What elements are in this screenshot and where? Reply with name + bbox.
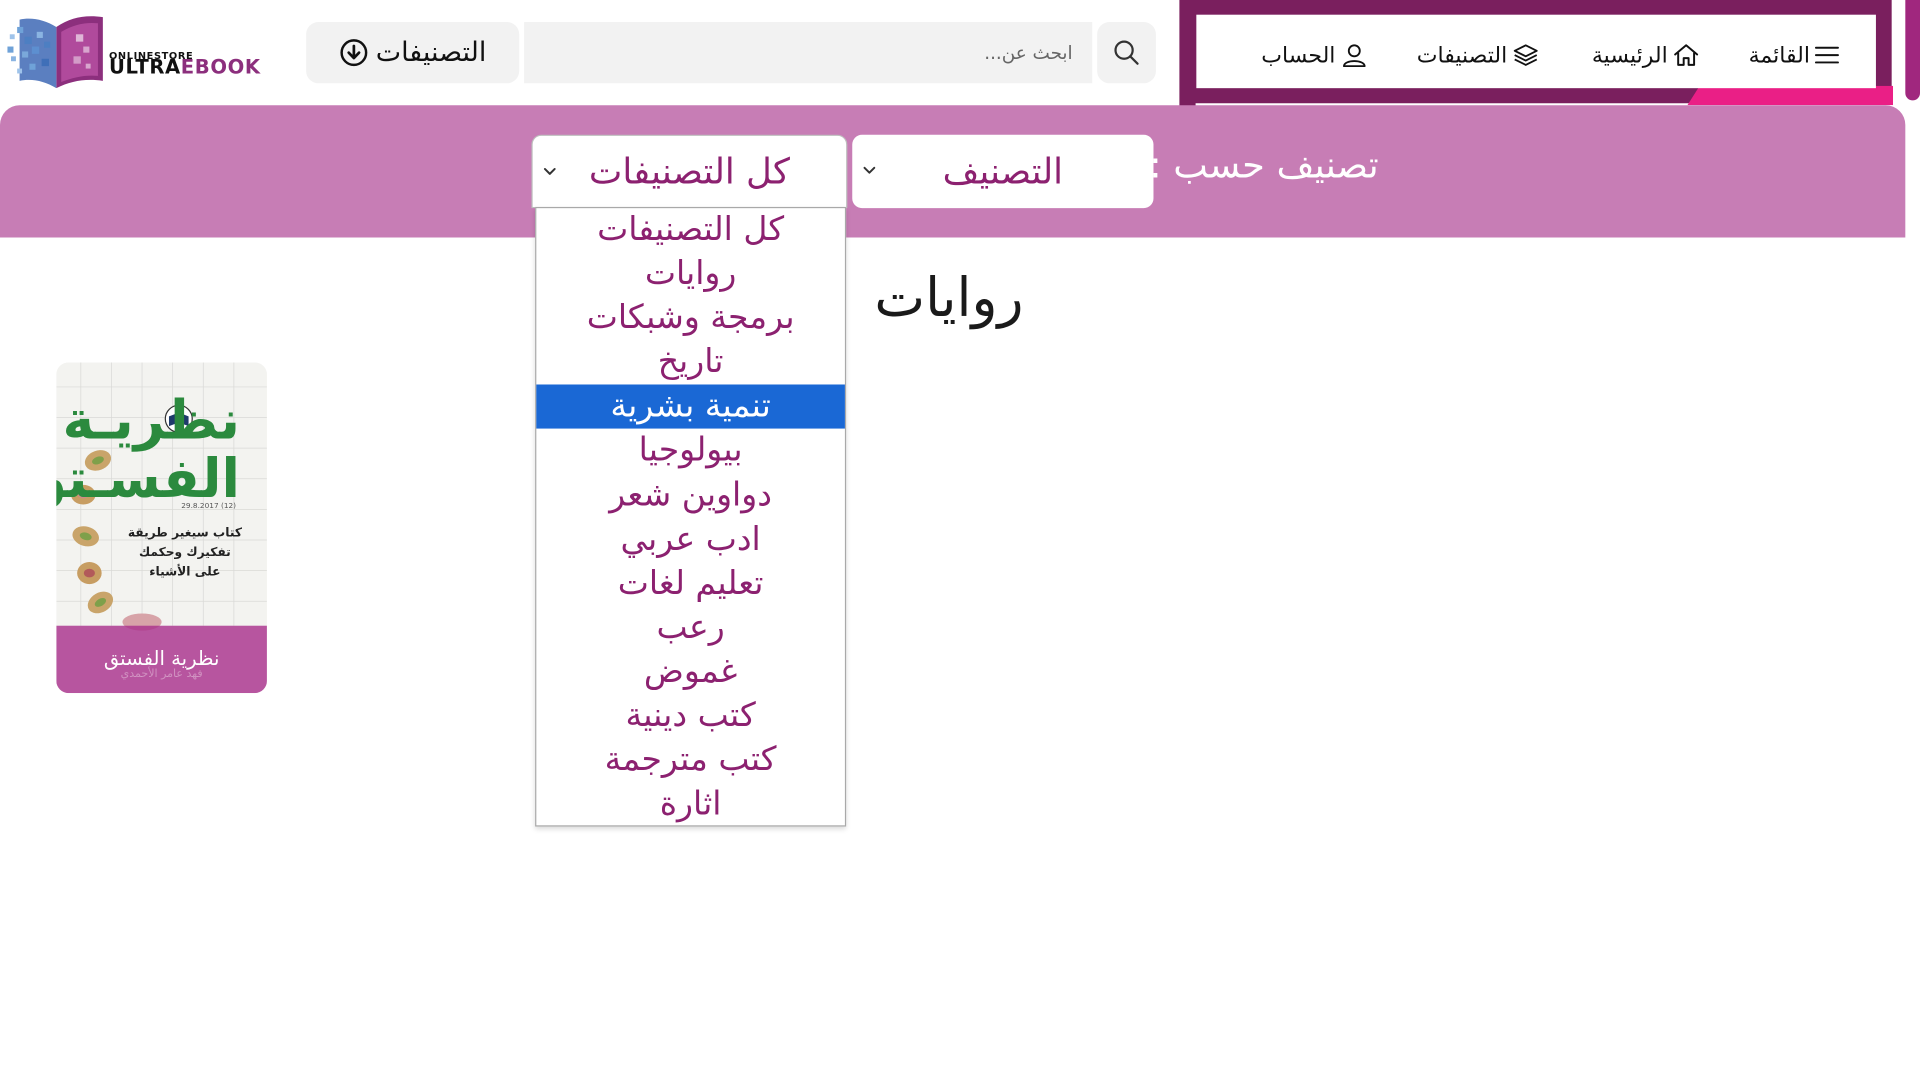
nav-accent-bar	[1687, 85, 1894, 106]
nav-menu[interactable]: القائمة	[1749, 37, 1840, 74]
category-option[interactable]: دواوين شعر	[536, 473, 845, 517]
sort-by-label: تصنيف حسب :	[1149, 144, 1379, 188]
categories-dropdown-button[interactable]: التصنيفات	[306, 22, 520, 84]
nav-menu-label: القائمة	[1748, 42, 1811, 68]
search-input[interactable]	[524, 22, 1093, 84]
category-option[interactable]: روايات	[536, 252, 845, 296]
category-option[interactable]: ادب عربي	[536, 518, 845, 562]
arrow-down-circle-icon	[340, 39, 368, 67]
category-select-value: كل التصنيفات	[588, 150, 790, 193]
nav-categories-label: التصنيفات	[1416, 42, 1508, 68]
home-icon	[1674, 44, 1699, 66]
search-button[interactable]	[1097, 22, 1156, 84]
page: ONLINESTORE ULTRAEBOOK التصنيفات القائمة	[0, 0, 1920, 1080]
cover-tagline-2: تفكيرك وحكمك	[138, 546, 231, 560]
category-option[interactable]: بيولوجيا	[536, 429, 845, 473]
user-icon	[1342, 44, 1366, 68]
category-option[interactable]: اثارة	[536, 783, 845, 827]
cover-tagline-1: كتاب سيغير طريقة	[127, 526, 242, 541]
nav-categories[interactable]: التصنيفات	[1417, 37, 1539, 74]
cover-tagline-3: على الأشياء	[149, 565, 221, 580]
search-icon	[1114, 40, 1139, 65]
logo-title: ULTRAEBOOK	[109, 55, 261, 78]
nav-home[interactable]: الرئيسية	[1592, 37, 1700, 74]
logo-book-icon	[7, 16, 103, 89]
logo-title-part-b: EBOOK	[180, 55, 261, 79]
side-scroll-handle[interactable]	[1905, 0, 1920, 101]
cover-date: 29.8.2017 (12)	[181, 502, 237, 511]
category-option[interactable]: كتب دينية	[536, 694, 845, 738]
category-option[interactable]: تعليم لغات	[536, 562, 845, 606]
category-option[interactable]: تاريخ	[536, 341, 845, 385]
category-options-list: كل التصنيفات روايات برمجة وشبكات تاريخ تنمية…	[535, 206, 847, 827]
layers-icon	[1513, 44, 1538, 66]
category-option[interactable]: غموض	[536, 650, 845, 694]
book-card[interactable]: نظريـة الفسـتق 29.8.2017 (12) كتاب سيغير…	[56, 362, 267, 694]
site-logo[interactable]: ONLINESTORE ULTRAEBOOK	[7, 10, 284, 89]
nav-home-label: الرئيسية	[1591, 42, 1668, 68]
categories-button-label: التصنيفات	[375, 37, 487, 68]
cover-title-line-1: نظريـة	[62, 389, 241, 452]
category-select[interactable]: كل التصنيفات	[531, 134, 848, 209]
nav-account[interactable]: الحساب	[1261, 37, 1367, 74]
logo-title-part-a: ULTRA	[108, 55, 181, 79]
book-author: فهد عامر الأحمدي	[120, 668, 203, 681]
nav-account-label: الحساب	[1261, 42, 1336, 68]
category-option[interactable]: كتب مترجمة	[536, 739, 845, 783]
category-option[interactable]: كل التصنيفات	[536, 208, 845, 252]
chevron-down-icon	[863, 166, 876, 174]
hamburger-icon	[1815, 46, 1840, 64]
category-option[interactable]: رعب	[536, 606, 845, 650]
page-title: روايات	[874, 266, 1024, 330]
category-option[interactable]: برمجة وشبكات	[536, 297, 845, 341]
category-option[interactable]: تنمية بشرية	[536, 384, 845, 430]
classify-select[interactable]: التصنيف	[852, 134, 1154, 209]
classify-select-value: التصنيف	[942, 150, 1064, 193]
chevron-down-icon	[543, 168, 556, 175]
book-title: نظرية الفستق	[103, 646, 220, 670]
